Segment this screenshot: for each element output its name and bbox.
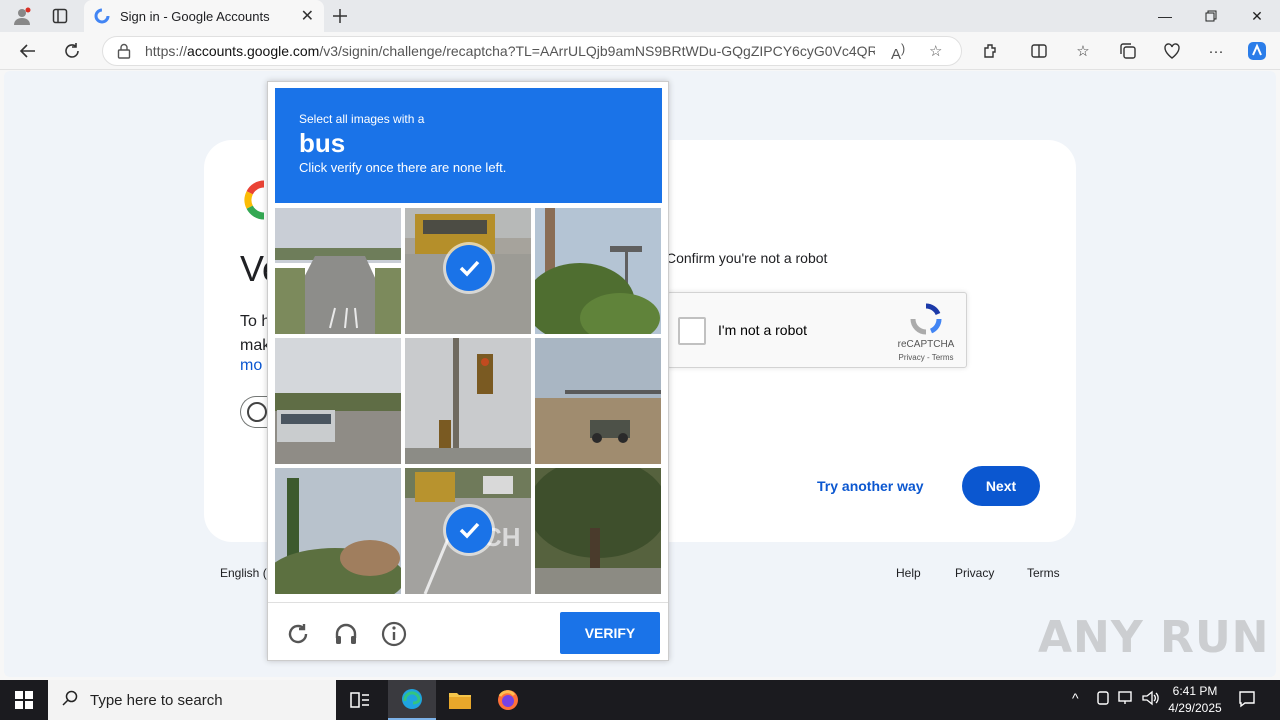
tab-actions-icon[interactable] — [50, 6, 70, 26]
account-avatar-icon — [247, 402, 267, 422]
url-field[interactable]: https://accounts.google.com/v3/signin/ch… — [102, 36, 962, 66]
network-icon[interactable] — [1118, 690, 1136, 709]
recaptcha-logo-icon — [910, 303, 942, 335]
tab-close-icon[interactable]: ✕ — [301, 6, 314, 26]
google-favicon-icon — [94, 8, 110, 24]
extensions-icon[interactable] — [980, 40, 1002, 62]
minimize-icon[interactable]: — — [1154, 5, 1176, 27]
task-view-icon[interactable] — [336, 680, 384, 720]
back-icon[interactable] — [17, 40, 39, 62]
copilot-icon[interactable] — [1246, 40, 1268, 62]
read-aloud-icon[interactable]: A) — [891, 42, 905, 63]
file-explorer-icon[interactable] — [436, 680, 484, 720]
recaptcha-challenge-dialog: Select all images with a bus Click verif… — [267, 81, 669, 661]
verify-button[interactable]: VERIFY — [560, 612, 660, 654]
profile-icon[interactable] — [12, 6, 32, 26]
clock-date: 4/29/2025 — [1168, 701, 1222, 715]
try-another-way-button[interactable]: Try another way — [806, 466, 935, 506]
not-robot-label: I'm not a robot — [718, 322, 808, 338]
image-tile-7[interactable] — [275, 468, 401, 594]
selected-check-icon — [446, 245, 492, 291]
image-tile-5[interactable] — [405, 338, 531, 464]
new-tab-icon[interactable] — [330, 6, 350, 26]
image-tile-8[interactable]: CH — [405, 468, 531, 594]
lock-icon[interactable] — [117, 43, 131, 59]
info-icon[interactable] — [381, 621, 407, 647]
windows-logo-icon — [15, 691, 33, 709]
footer-privacy-link[interactable]: Privacy — [955, 566, 994, 580]
recaptcha-terms-link[interactable]: Privacy - Terms — [888, 353, 964, 362]
search-icon — [62, 690, 78, 711]
challenge-instruction: Select all images with a — [299, 112, 425, 126]
next-button[interactable]: Next — [962, 466, 1040, 506]
challenge-footer: VERIFY — [268, 602, 668, 661]
restore-icon[interactable] — [1200, 5, 1222, 27]
confirm-robot-text: Confirm you're not a robot — [666, 250, 828, 266]
tray-device-icon[interactable] — [1096, 690, 1110, 709]
firefox-icon[interactable] — [484, 680, 532, 720]
tray-chevron-icon[interactable]: ^ — [1072, 690, 1079, 706]
language-selector[interactable]: English ( — [220, 566, 268, 580]
image-tile-4[interactable] — [275, 338, 401, 464]
not-robot-checkbox[interactable] — [678, 317, 706, 345]
anyrun-watermark: ANY RUN — [1038, 612, 1270, 663]
image-tile-1[interactable] — [275, 208, 401, 334]
close-window-icon[interactable]: ✕ — [1246, 5, 1268, 27]
edge-taskbar-icon[interactable] — [388, 680, 436, 720]
image-tile-9[interactable] — [535, 468, 661, 594]
selected-check-icon — [446, 507, 492, 553]
url-text: https://accounts.google.com/v3/signin/ch… — [145, 43, 875, 59]
footer-terms-link[interactable]: Terms — [1027, 566, 1060, 580]
tab-strip: Sign in - Google Accounts ✕ — ✕ — [0, 0, 1280, 32]
search-placeholder: Type here to search — [90, 691, 223, 709]
split-screen-icon[interactable] — [1028, 40, 1050, 62]
challenge-header: Select all images with a bus Click verif… — [275, 88, 662, 203]
tab-google-signin[interactable]: Sign in - Google Accounts ✕ — [84, 0, 324, 32]
footer-help-link[interactable]: Help — [896, 566, 921, 580]
system-clock[interactable]: 6:41 PM 4/29/2025 — [1160, 683, 1230, 717]
notifications-icon[interactable] — [1238, 690, 1256, 711]
tab-title: Sign in - Google Accounts — [120, 8, 270, 24]
image-tile-3[interactable] — [535, 208, 661, 334]
image-grid: CH — [275, 208, 662, 595]
recaptcha-widget: I'm not a robot reCAPTCHA Privacy - Term… — [667, 292, 967, 368]
challenge-subtext: Click verify once there are none left. — [299, 160, 507, 175]
refresh-icon[interactable] — [61, 40, 83, 62]
volume-icon[interactable] — [1142, 690, 1160, 709]
audio-challenge-icon[interactable] — [333, 621, 359, 647]
taskbar-search-box[interactable]: Type here to search — [48, 680, 336, 720]
image-tile-2[interactable] — [405, 208, 531, 334]
start-button[interactable] — [0, 680, 48, 720]
browser-essentials-icon[interactable] — [1161, 40, 1183, 62]
reload-challenge-icon[interactable] — [285, 621, 311, 647]
recaptcha-brand: reCAPTCHA — [897, 339, 955, 350]
favorites-icon[interactable]: ☆ — [1072, 40, 1094, 62]
collections-icon[interactable] — [1117, 40, 1139, 62]
challenge-target-word: bus — [299, 128, 346, 158]
settings-more-icon[interactable]: ··· — [1205, 40, 1227, 62]
image-tile-6[interactable] — [535, 338, 661, 464]
windows-taskbar: Type here to search ^ 6:41 PM 4/29/2025 — [0, 680, 1280, 720]
clock-time: 6:41 PM — [1172, 684, 1218, 698]
favorite-star-icon[interactable]: ☆ — [929, 42, 942, 60]
